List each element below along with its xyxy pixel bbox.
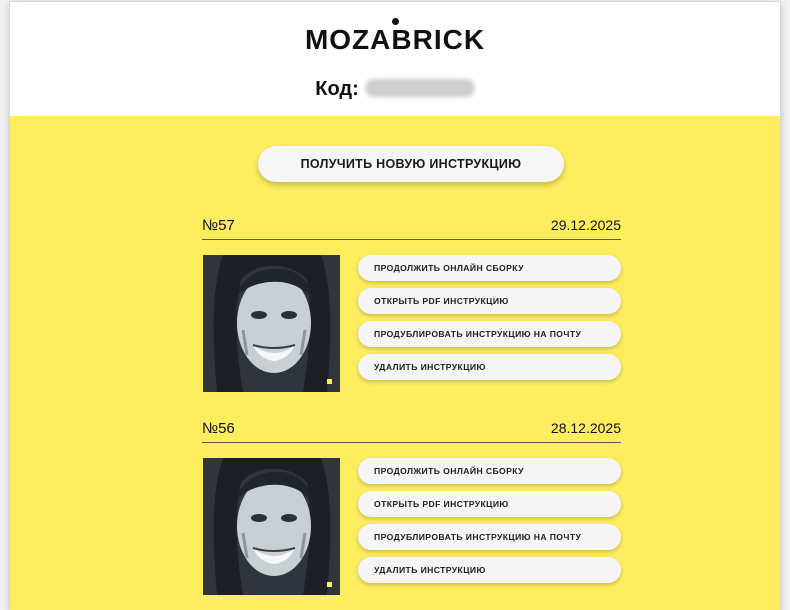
new-instruction-button[interactable]: ПОЛУЧИТЬ НОВУЮ ИНСТРУКЦИЮ (258, 146, 564, 182)
instruction-date: 28.12.2025 (550, 420, 621, 436)
divider (202, 239, 621, 240)
divider (202, 442, 621, 443)
app-window: MOZABRICK Код: ПОЛУЧИТЬ НОВУЮ ИНСТРУКЦИЮ… (10, 2, 780, 610)
mosaic-portrait-thumbnail[interactable] (203, 255, 340, 392)
instruction-number: №57 (202, 217, 235, 234)
code-label: Код: (315, 78, 359, 100)
header: MOZABRICK Код: (10, 2, 780, 116)
instruction-number: №56 (202, 420, 235, 437)
logo-text: MOZABRICK (304, 24, 486, 55)
instruction-date: 29.12.2025 (550, 217, 621, 233)
code-row: Код: (10, 78, 780, 101)
delete-instruction-button[interactable]: УДАЛИТЬ ИНСТРУКЦИЮ (358, 354, 621, 380)
email-instruction-button[interactable]: ПРОДУБЛИРОВАТЬ ИНСТРУКЦИЮ НА ПОЧТУ (358, 321, 621, 347)
open-pdf-button[interactable]: ОТКРЫТЬ PDF ИНСТРУКЦИЮ (358, 491, 621, 517)
code-value-redacted (364, 78, 475, 97)
delete-instruction-button[interactable]: УДАЛИТЬ ИНСТРУКЦИЮ (358, 557, 621, 583)
open-pdf-button[interactable]: ОТКРЫТЬ PDF ИНСТРУКЦИЮ (358, 288, 621, 314)
email-instruction-button[interactable]: ПРОДУБЛИРОВАТЬ ИНСТРУКЦИЮ НА ПОЧТУ (358, 524, 621, 550)
continue-online-assembly-button[interactable]: ПРОДОЛЖИТЬ ОНЛАЙН СБОРКУ (358, 458, 621, 484)
mosaic-portrait-thumbnail[interactable] (203, 458, 340, 595)
main-area: ПОЛУЧИТЬ НОВУЮ ИНСТРУКЦИЮ №57 29.12.2025 (10, 116, 780, 610)
continue-online-assembly-button[interactable]: ПРОДОЛЖИТЬ ОНЛАЙН СБОРКУ (358, 255, 621, 281)
logo[interactable]: MOZABRICK (10, 18, 780, 56)
logo-mark: MOZABRICK (304, 18, 486, 56)
